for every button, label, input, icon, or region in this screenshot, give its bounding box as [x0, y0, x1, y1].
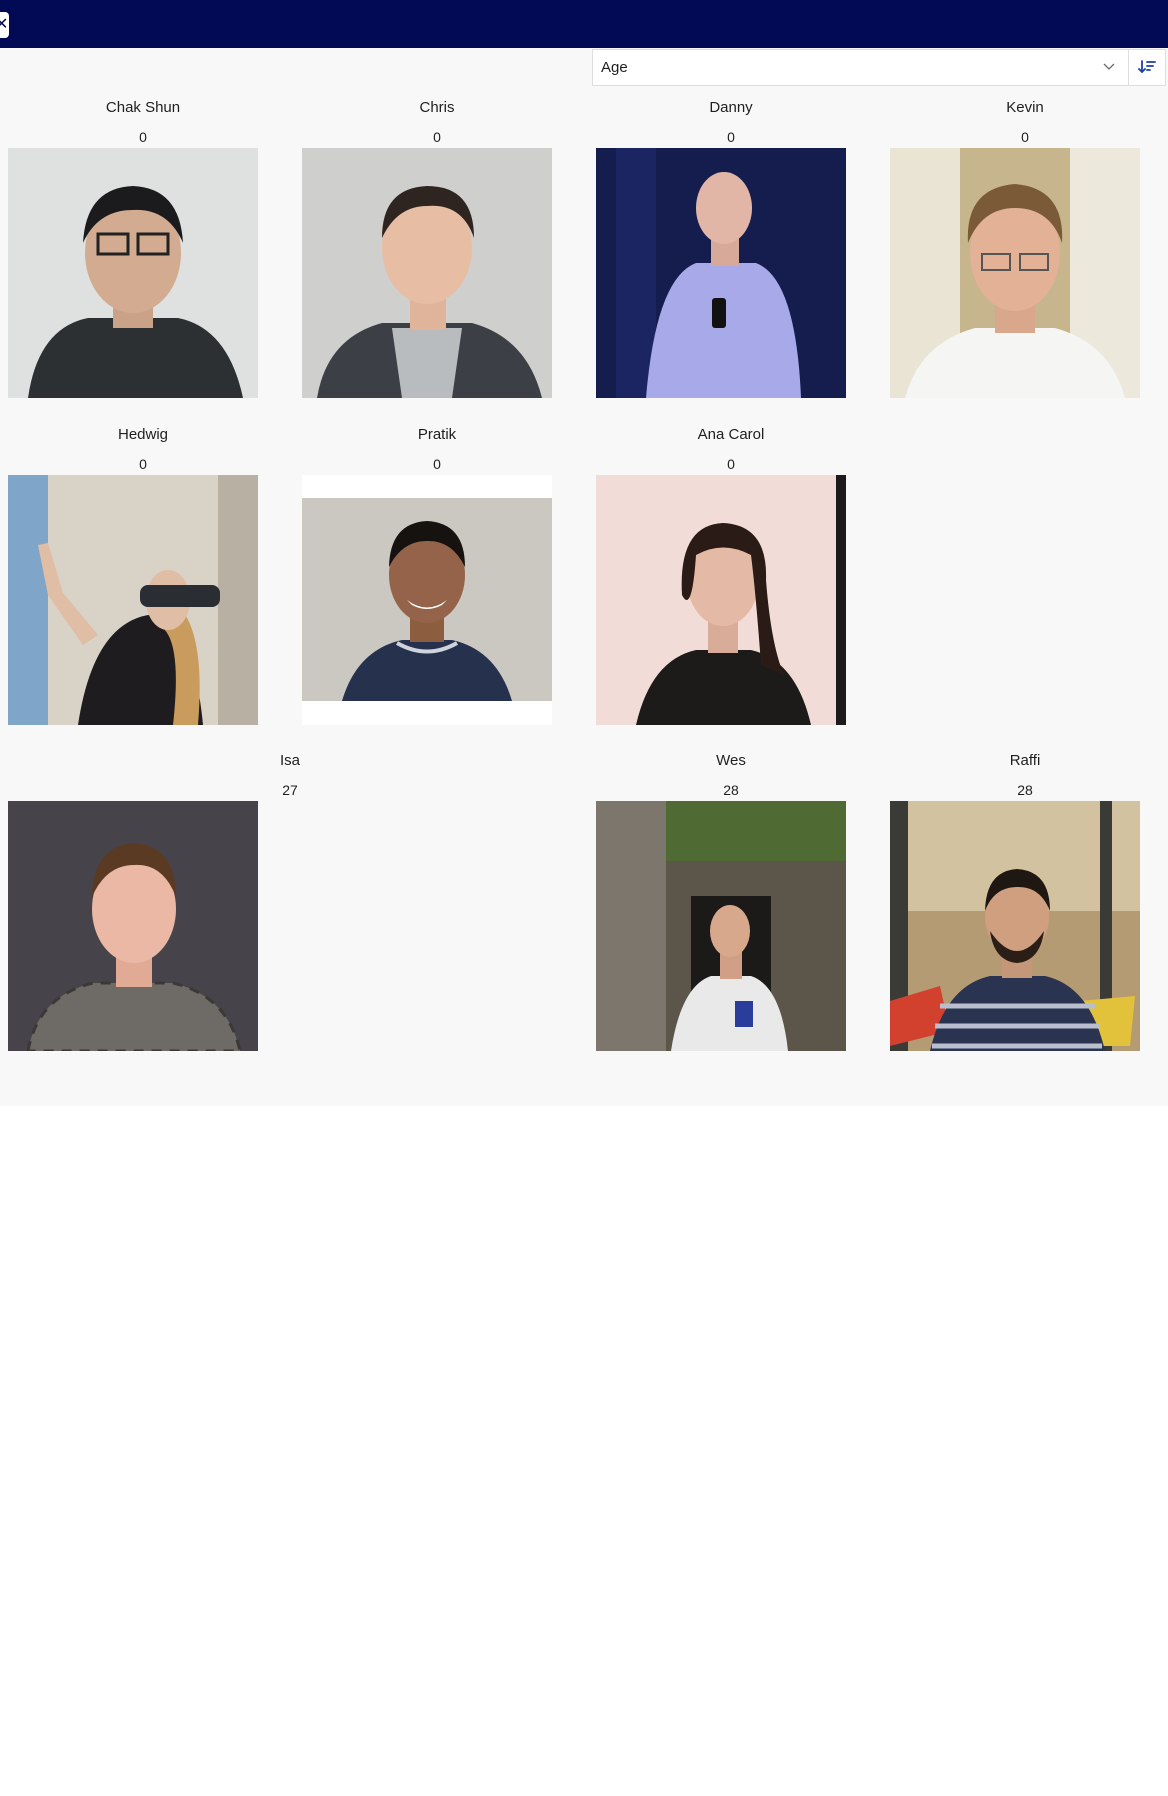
person-name: Pratik	[417, 426, 457, 443]
person-age: 0	[727, 456, 735, 472]
person-photo	[8, 148, 258, 398]
person-name: Raffi	[1009, 752, 1041, 769]
person-name: Chak Shun	[105, 99, 181, 116]
person-age: 0	[433, 456, 441, 472]
top-bar: ✕	[0, 0, 1168, 48]
sort-select-value: Age	[601, 59, 628, 76]
person-photo	[890, 148, 1140, 398]
person-age: 28	[1017, 782, 1033, 798]
person-age: 0	[139, 129, 147, 145]
person-photo	[596, 475, 846, 725]
person-name: Wes	[716, 752, 746, 769]
person-photo	[302, 475, 552, 725]
sort-ascending-icon	[1138, 60, 1156, 74]
person-name: Ana Carol	[697, 426, 765, 443]
person-name: Isa	[279, 752, 300, 769]
close-button[interactable]: ✕	[0, 12, 9, 38]
person-age: 27	[282, 782, 298, 798]
person-name: Kevin	[1006, 99, 1044, 116]
sort-select[interactable]: Age	[593, 50, 1129, 85]
person-age: 28	[723, 782, 739, 798]
sort-direction-button[interactable]	[1129, 50, 1165, 85]
person-photo	[8, 475, 258, 725]
person-name: Hedwig	[117, 426, 169, 443]
person-age: 0	[727, 129, 735, 145]
person-photo	[890, 801, 1140, 1051]
person-photo	[302, 148, 552, 398]
person-age: 0	[1021, 129, 1029, 145]
sort-bar: Age	[592, 49, 1166, 86]
person-name: Chris	[419, 99, 455, 116]
person-name: Danny	[709, 99, 753, 116]
person-photo	[596, 801, 846, 1051]
close-icon: ✕	[0, 14, 9, 33]
person-photo	[8, 801, 258, 1051]
person-age: 0	[139, 456, 147, 472]
person-photo	[596, 148, 846, 398]
person-age: 0	[433, 129, 441, 145]
chevron-down-icon	[1103, 63, 1115, 70]
